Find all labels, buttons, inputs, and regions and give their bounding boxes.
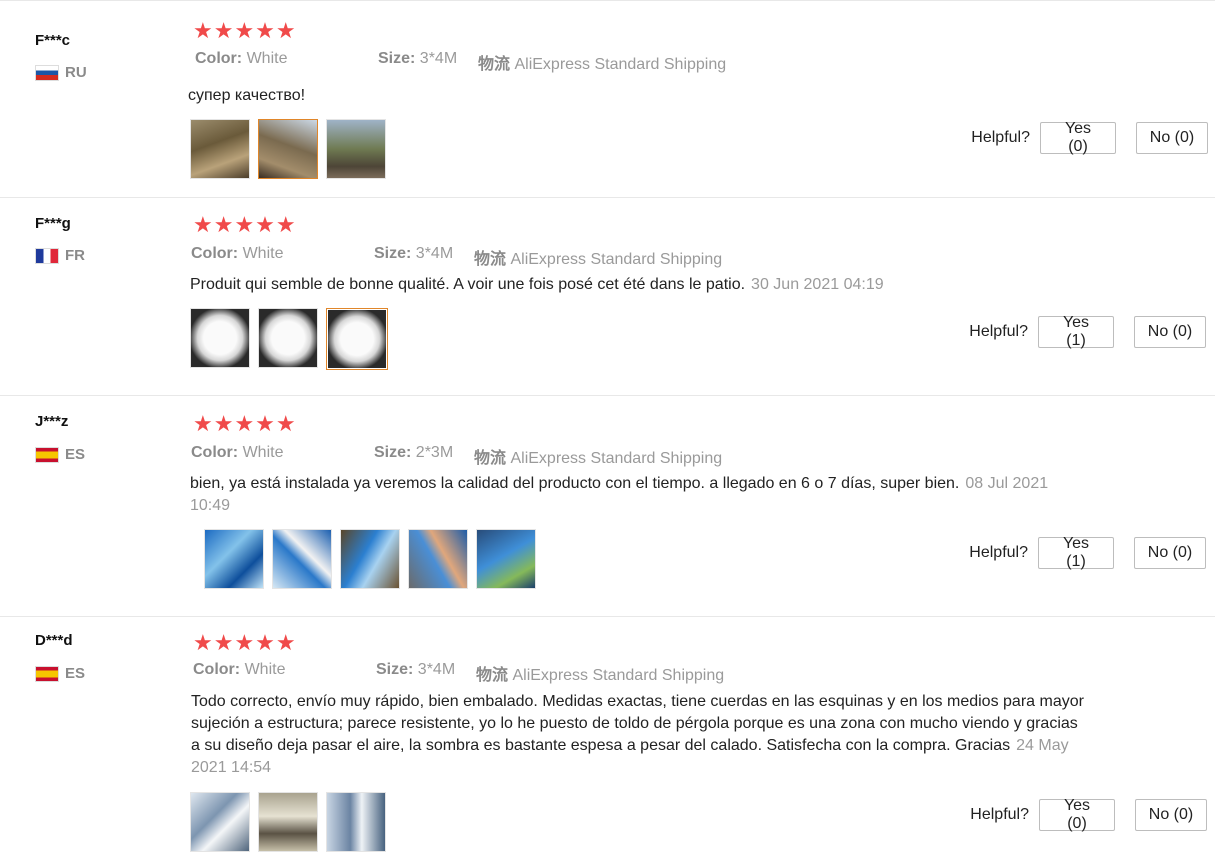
- reviewer-country: ES: [35, 446, 85, 463]
- color-attr: Color: White: [191, 444, 284, 461]
- review-item: D***d ES ★★★★★ Color: White Size: 3*4M 物…: [0, 617, 1215, 860]
- reviewer-country: RU: [35, 64, 87, 81]
- review-photo-thumb[interactable]: [204, 529, 264, 589]
- country-code: RU: [65, 64, 87, 81]
- helpful-no-button[interactable]: No (0): [1135, 799, 1207, 831]
- helpful-yes-button[interactable]: Yes (1): [1038, 314, 1114, 349]
- helpful-section: Helpful? Yes (1) No (0): [969, 535, 1206, 570]
- shipping-attr: 物流 AliExpress Standard Shipping: [474, 251, 723, 268]
- country-code: FR: [65, 247, 85, 264]
- review-item: F***c RU ★★★★★ Color: White Size: 3*4M 物…: [0, 0, 1215, 198]
- review-text: Produit qui semble de bonne qualité. A v…: [190, 276, 884, 293]
- size-attr: Size: 2*3M: [374, 444, 454, 461]
- star-rating: ★★★★★: [193, 411, 297, 436]
- review-photos: [190, 308, 388, 370]
- helpful-section: Helpful? Yes (1) No (0): [969, 314, 1206, 349]
- size-attr: Size: 3*4M: [374, 245, 454, 262]
- helpful-label: Helpful?: [971, 129, 1030, 146]
- spain-flag-icon: [35, 446, 59, 463]
- france-flag-icon: [35, 247, 59, 264]
- reviewer-name: D***d: [35, 632, 73, 649]
- helpful-label: Helpful?: [969, 323, 1028, 340]
- helpful-label: Helpful?: [969, 544, 1028, 561]
- star-rating: ★★★★★: [193, 212, 297, 237]
- helpful-label: Helpful?: [970, 806, 1029, 823]
- review-text: Todo correcto, envío muy rápido, bien em…: [191, 693, 1084, 776]
- shipping-attr: 物流 AliExpress Standard Shipping: [478, 56, 727, 73]
- review-photo-thumb[interactable]: [258, 308, 318, 368]
- review-photo-thumb[interactable]: [326, 308, 388, 370]
- helpful-no-button[interactable]: No (0): [1136, 122, 1208, 154]
- helpful-section: Helpful? Yes (0) No (0): [971, 120, 1208, 155]
- color-attr: Color: White: [191, 245, 284, 262]
- spain-flag-icon: [35, 665, 59, 682]
- review-meta: Color: White Size: 3*4M 物流 AliExpress St…: [191, 245, 722, 268]
- star-rating: ★★★★★: [193, 630, 297, 655]
- review-photo-thumb[interactable]: [190, 119, 250, 179]
- color-attr: Color: White: [193, 661, 286, 678]
- review-photos: [204, 529, 536, 589]
- helpful-no-button[interactable]: No (0): [1134, 537, 1206, 569]
- helpful-section: Helpful? Yes (0) No (0): [970, 797, 1207, 832]
- helpful-no-button[interactable]: No (0): [1134, 316, 1206, 348]
- review-photo-thumb[interactable]: [326, 119, 386, 179]
- helpful-yes-button[interactable]: Yes (0): [1040, 120, 1116, 155]
- reviewer-country: FR: [35, 247, 85, 264]
- review-item: J***z ES ★★★★★ Color: White Size: 2*3M 物…: [0, 396, 1215, 617]
- reviewer-name: F***c: [35, 32, 71, 49]
- review-photo-thumb[interactable]: [190, 792, 250, 852]
- review-photo-thumb[interactable]: [272, 529, 332, 589]
- color-attr: Color: White: [195, 50, 288, 67]
- review-photos: [190, 119, 386, 179]
- russia-flag-icon: [35, 64, 59, 81]
- review-item: F***g FR ★★★★★ Color: White Size: 3*4M 物…: [0, 197, 1215, 396]
- review-text: супер качество!: [188, 87, 306, 104]
- size-attr: Size: 3*4M: [378, 50, 458, 67]
- review-photos: [190, 792, 386, 852]
- shipping-attr: 物流 AliExpress Standard Shipping: [474, 450, 723, 467]
- helpful-yes-button[interactable]: Yes (0): [1039, 797, 1115, 832]
- review-photo-thumb[interactable]: [476, 529, 536, 589]
- review-photo-thumb[interactable]: [190, 308, 250, 368]
- review-photo-thumb[interactable]: [326, 792, 386, 852]
- review-photo-thumb[interactable]: [340, 529, 400, 589]
- review-photo-thumb[interactable]: [258, 119, 318, 179]
- review-photo-thumb[interactable]: [408, 529, 468, 589]
- country-code: ES: [65, 665, 86, 682]
- helpful-yes-button[interactable]: Yes (1): [1038, 535, 1114, 570]
- review-meta: Color: White Size: 2*3M 物流 AliExpress St…: [191, 444, 722, 467]
- shipping-attr: 物流 AliExpress Standard Shipping: [476, 667, 725, 684]
- review-date: 30 Jun 2021 04:19: [751, 276, 884, 293]
- review-text: bien, ya está instalada ya veremos la ca…: [190, 475, 1049, 514]
- country-code: ES: [65, 446, 86, 463]
- review-meta: Color: White Size: 3*4M 物流 AliExpress St…: [193, 661, 724, 684]
- review-meta: Color: White Size: 3*4M 物流 AliExpress St…: [195, 50, 726, 73]
- size-attr: Size: 3*4M: [376, 661, 456, 678]
- star-rating: ★★★★★: [193, 18, 297, 43]
- review-photo-thumb[interactable]: [258, 792, 318, 852]
- reviewer-name: F***g: [35, 215, 71, 232]
- reviewer-name: J***z: [35, 413, 69, 430]
- reviewer-country: ES: [35, 665, 85, 682]
